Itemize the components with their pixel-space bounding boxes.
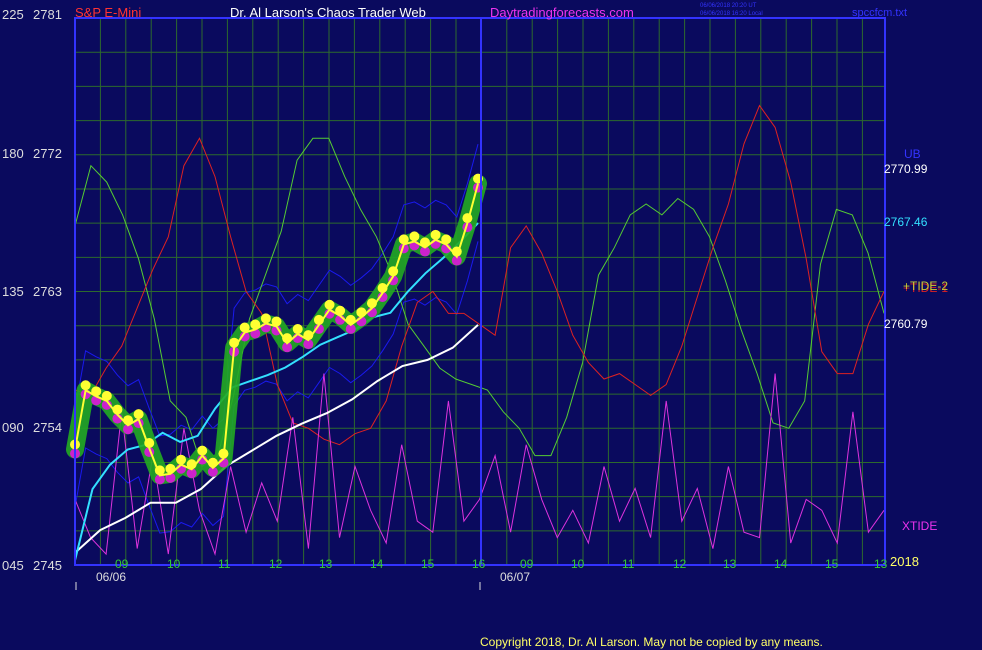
price-tick-label: 2745: [33, 558, 62, 573]
chart-canvas: S&P E-Mini Dr. Al Larson's Chaos Trader …: [2, 3, 948, 649]
high-marker: [176, 454, 187, 465]
ub-label: UB: [904, 147, 921, 161]
hour-tick-label: 14: [774, 557, 788, 571]
chart-series: [66, 104, 885, 561]
high-marker: [260, 313, 271, 324]
high-marker: [409, 231, 420, 242]
high-marker: [324, 299, 335, 310]
high-marker: [165, 463, 176, 474]
high-marker: [430, 229, 441, 240]
time-axis: 09 10 11 12 13 14 15 16 09 10 11 12 13 1…: [96, 554, 919, 584]
hour-tick-label: 13: [319, 557, 333, 571]
deg-tick-label: 225: [2, 7, 24, 22]
price-tick-label: 2772: [33, 146, 62, 161]
file-name: spccfcm.txt: [852, 7, 907, 19]
author-title: Dr. Al Larson's Chaos Trader Web: [230, 5, 426, 20]
hour-tick-label: 10: [167, 557, 181, 571]
high-marker: [133, 409, 144, 420]
right-labels: UB 2770.99 2767.46 +TIDE-1 +TIDE-2 2760.…: [884, 147, 948, 533]
hour-tick-label: 11: [622, 557, 635, 571]
mid-value: 2767.46: [884, 215, 928, 229]
price-tick-label: 2754: [33, 420, 62, 435]
site-title: Daytradingforecasts.com: [490, 5, 634, 20]
chart-frame: [74, 17, 886, 590]
lb-value: 2760.79: [884, 317, 928, 331]
hour-tick-label: 13: [723, 557, 737, 571]
copyright-text: Copyright 2018, Dr. Al Larson. May not b…: [480, 635, 823, 649]
deg-tick-label: 135: [2, 284, 24, 299]
hour-tick-label: 13: [874, 557, 888, 571]
timestamp-ut: 06/06/2018 20:20 UT: [700, 3, 757, 9]
lower-band-line: [74, 241, 479, 534]
hour-tick-label: 09: [520, 557, 534, 571]
xtide-label: XTIDE: [902, 519, 937, 533]
hour-tick-label: 15: [421, 557, 435, 571]
hour-tick-label: 11: [218, 557, 231, 571]
hour-tick-label: 16: [472, 557, 486, 571]
mid-average-line: [74, 222, 479, 561]
tide2-label: +TIDE-2: [903, 279, 948, 293]
timestamp-local: 06/06/2018 16:20 Local: [700, 11, 763, 17]
hour-tick-label: 15: [825, 557, 839, 571]
price-tick-label: 2781: [33, 7, 62, 22]
hour-tick-label: 14: [370, 557, 384, 571]
deg-tick-label: 180: [2, 146, 24, 161]
price-tick-label: 2763: [33, 284, 62, 299]
left-axis: 225 2781 180 2772 135 2763 090 2754 045 …: [2, 7, 62, 573]
symbol-title: S&P E-Mini: [75, 5, 141, 20]
hour-tick-label: 12: [673, 557, 687, 571]
high-marker: [292, 324, 303, 335]
deg-tick-label: 090: [2, 420, 24, 435]
hour-tick-label: 12: [269, 557, 283, 571]
upper-band-line: [74, 143, 479, 437]
deg-tick-label: 045: [2, 558, 24, 573]
high-marker: [80, 380, 91, 391]
ub-value: 2770.99: [884, 162, 928, 176]
date-label-1: 06/06: [96, 570, 126, 584]
hour-tick-label: 09: [115, 557, 129, 571]
year-label: 2018: [890, 554, 919, 569]
date-label-2: 06/07: [500, 570, 530, 584]
hour-tick-label: 10: [571, 557, 585, 571]
high-marker: [356, 307, 367, 318]
